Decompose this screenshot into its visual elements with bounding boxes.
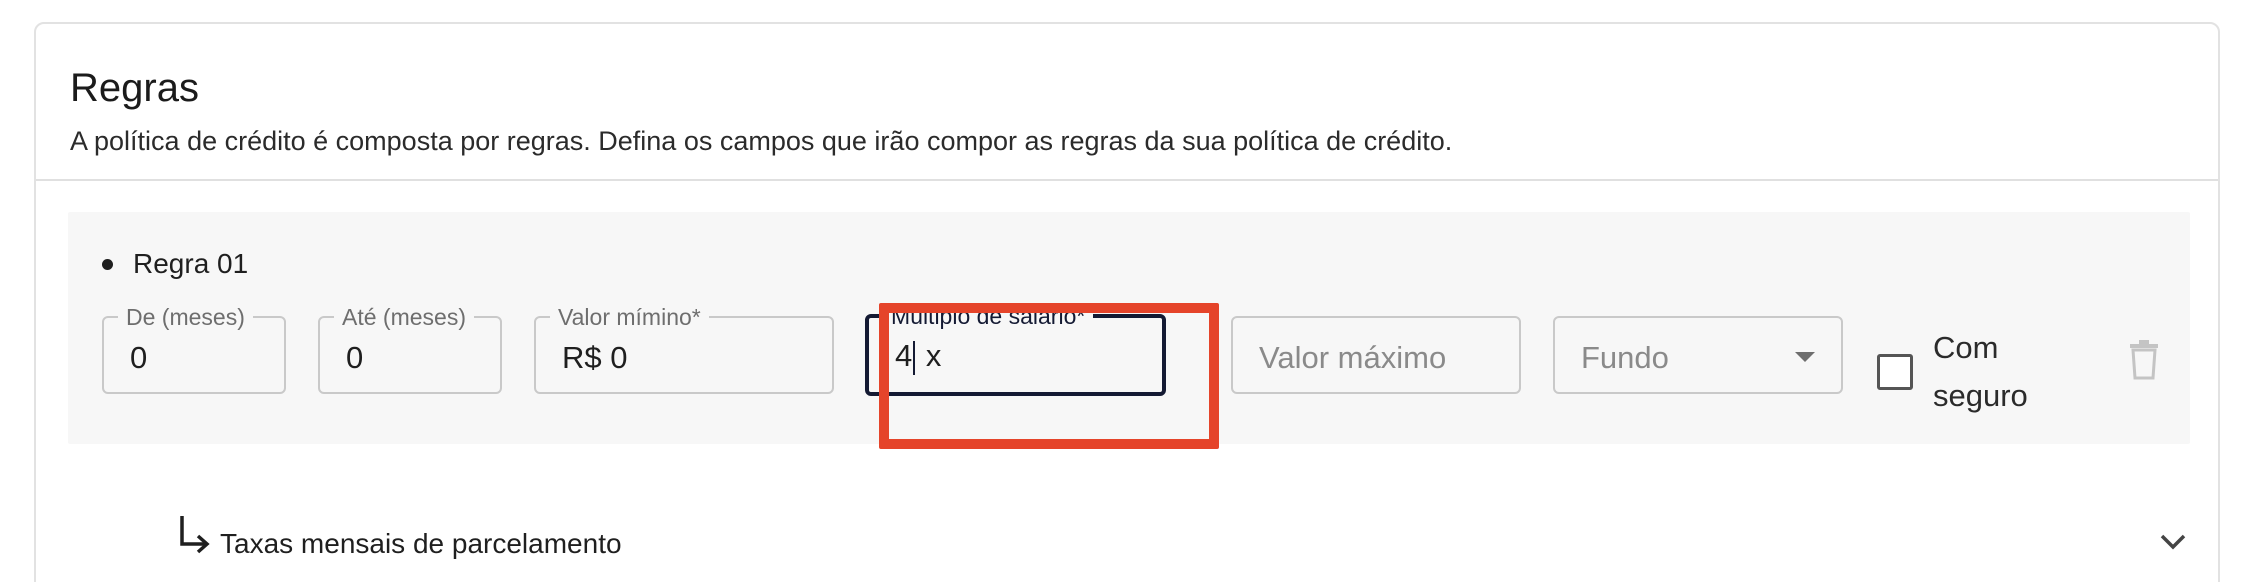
bullet-icon <box>102 258 113 270</box>
card-header: Regras A política de crédito é composta … <box>36 24 2218 181</box>
salary-multiple-value[interactable]: 4 x <box>895 338 941 375</box>
installment-rates-row[interactable]: Taxas mensais de parcelamento <box>36 504 2218 582</box>
insurance-checkbox[interactable] <box>1877 354 1913 390</box>
max-value-placeholder[interactable]: Valor máximo <box>1259 340 1446 376</box>
min-value-value[interactable]: R$ 0 <box>562 340 627 376</box>
salary-multiple-field[interactable]: Múltiplo de salário* 4 x <box>865 303 1166 396</box>
salary-multiple-value-before: 4 <box>895 338 913 373</box>
insurance-label[interactable]: Com seguro <box>1933 324 2053 420</box>
chevron-down-icon[interactable] <box>2158 532 2188 557</box>
from-months-field[interactable]: De (meses) 0 <box>102 304 286 394</box>
installment-rates-label[interactable]: Taxas mensais de parcelamento <box>220 528 622 560</box>
salary-multiple-value-after: x <box>917 338 942 373</box>
rule-heading: Regra 01 <box>102 248 248 280</box>
rule-label: Regra 01 <box>133 248 249 279</box>
fund-select[interactable]: Fundo <box>1553 316 1843 394</box>
min-value-field[interactable]: Valor mímino* R$ 0 <box>534 304 834 394</box>
min-value-label: Valor mímino* <box>550 304 709 331</box>
to-months-label: Até (meses) <box>334 304 474 331</box>
salary-multiple-label: Múltiplo de salário* <box>883 303 1094 330</box>
max-value-field[interactable]: Valor máximo <box>1231 316 1521 394</box>
dropdown-arrow-icon[interactable] <box>1795 352 1815 362</box>
arrow-down-right-icon <box>176 512 212 561</box>
from-months-label: De (meses) <box>118 304 253 331</box>
trash-icon[interactable] <box>2128 340 2160 385</box>
to-months-value[interactable]: 0 <box>346 340 363 376</box>
text-caret <box>913 340 916 375</box>
rules-card: Regras A política de crédito é composta … <box>34 22 2220 582</box>
section-subtitle: A política de crédito é composta por reg… <box>70 126 1453 156</box>
fund-placeholder[interactable]: Fundo <box>1581 340 1669 376</box>
insurance-option[interactable]: Com seguro <box>1877 324 2053 420</box>
section-title: Regras <box>70 66 199 110</box>
to-months-field[interactable]: Até (meses) 0 <box>318 304 502 394</box>
from-months-value[interactable]: 0 <box>130 340 147 376</box>
rule-panel: Regra 01 De (meses) 0 Até (meses) 0 Valo… <box>68 212 2190 449</box>
